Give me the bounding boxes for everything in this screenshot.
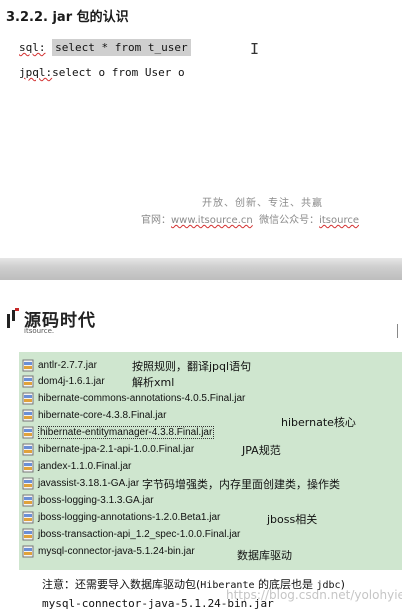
jar-file-icon (22, 477, 34, 490)
sql-label: sql: (19, 41, 46, 54)
file-name: dom4j-1.6.1.jar (38, 376, 105, 387)
logo: 源码时代 itsource. (6, 304, 126, 344)
page-margin-mark (397, 324, 402, 338)
file-name: mysql-connector-java-5.1.24-bin.jar (38, 546, 195, 557)
jpql-label: jpql: (19, 66, 53, 79)
footer-info: 官网：www.itsource.cn 微信公众号：itsource (141, 211, 359, 226)
jar-file-icon (22, 426, 34, 439)
wechat-id: itsource (319, 215, 359, 226)
file-row[interactable]: jboss-transaction-api_1.2_spec-1.0.0.Fin… (22, 527, 240, 542)
jar-file-icon (22, 392, 34, 405)
page-gap (0, 258, 402, 280)
note-dom4j: 解析xml (132, 376, 175, 389)
sql-code-line[interactable]: sql: select * from t_user (19, 39, 191, 56)
text-cursor-icon: I (250, 40, 260, 58)
file-row[interactable]: dom4j-1.6.1.jar (22, 374, 105, 389)
jar-file-icon (22, 443, 34, 456)
file-row[interactable]: antlr-2.7.7.jar (22, 358, 97, 373)
file-name: hibernate-core-4.3.8.Final.jar (38, 410, 167, 421)
file-row[interactable]: mysql-connector-java-5.1.24-bin.jar (22, 544, 195, 559)
driver-note-prefix: 注意：还需要导入数据库驱动包( (42, 578, 201, 591)
note-jpa: JPA规范 (242, 444, 281, 457)
jar-file-icon (22, 545, 34, 558)
site-label: 官网： (141, 215, 171, 226)
jar-file-icon (22, 375, 34, 388)
file-name: hibernate-entitymanager-4.3.8.Final.jar (38, 426, 215, 439)
jar-file-icon (22, 511, 34, 524)
file-name: hibernate-commons-annotations-4.0.5.Fina… (38, 393, 246, 404)
file-name: jboss-logging-annotations-1.2.0.Beta1.ja… (38, 512, 221, 523)
footer-slogan: 开放、创新、专注、共赢 (202, 198, 323, 209)
file-row[interactable]: hibernate-jpa-2.1-api-1.0.0.Final.jar (22, 442, 194, 457)
file-row[interactable]: hibernate-core-4.3.8.Final.jar (22, 408, 166, 423)
driver-jar-code: mysql-connector-java-5.1.24-bin.jar (42, 597, 274, 610)
jar-file-icon (22, 460, 34, 473)
file-name: javassist-3.18.1-GA.jar (38, 478, 140, 489)
logo-mark-icon (7, 308, 19, 328)
note-javassist: 字节码增强类，内存里面创建类，操作类 (142, 478, 340, 491)
note-mysql: 数据库驱动 (237, 549, 292, 562)
file-row[interactable]: javassist-3.18.1-GA.jar (22, 476, 139, 491)
file-name: jboss-transaction-api_1.2_spec-1.0.0.Fin… (38, 529, 241, 540)
file-row-selected[interactable]: hibernate-entitymanager-4.3.8.Final.jar (22, 425, 215, 440)
file-row[interactable]: hibernate-commons-annotations-4.0.5.Fina… (22, 391, 245, 406)
jar-file-icon (22, 409, 34, 422)
file-row[interactable]: jboss-logging-annotations-1.2.0.Beta1.ja… (22, 510, 220, 525)
jpql-query-text: select o from User o (52, 66, 185, 79)
jar-file-icon (22, 528, 34, 541)
jar-file-icon (22, 359, 34, 372)
wechat-label: 微信公众号： (259, 215, 320, 226)
note-jboss: jboss相关 (267, 513, 318, 526)
note-antlr: 按照规则，翻译jpql语句 (132, 360, 252, 373)
file-name: jboss-logging-3.1.3.GA.jar (38, 495, 154, 506)
file-row[interactable]: jboss-logging-3.1.3.GA.jar (22, 493, 154, 508)
jpql-code-line[interactable]: jpql:select o from User o (19, 66, 185, 79)
jar-file-icon (22, 494, 34, 507)
file-name: antlr-2.7.7.jar (38, 360, 97, 371)
logo-subtitle: itsource. (24, 327, 55, 335)
section-heading: 3.2.2. jar 包的认识 (6, 10, 129, 25)
note-hibernate-core: hibernate核心 (281, 416, 356, 429)
file-row[interactable]: jandex-1.1.0.Final.jar (22, 459, 131, 474)
site-url-link[interactable]: www.itsource.cn (171, 215, 253, 226)
selected-sql-text[interactable]: select * from t_user (52, 39, 191, 56)
file-name: hibernate-jpa-2.1-api-1.0.0.Final.jar (38, 444, 195, 455)
file-name: jandex-1.1.0.Final.jar (38, 461, 132, 472)
